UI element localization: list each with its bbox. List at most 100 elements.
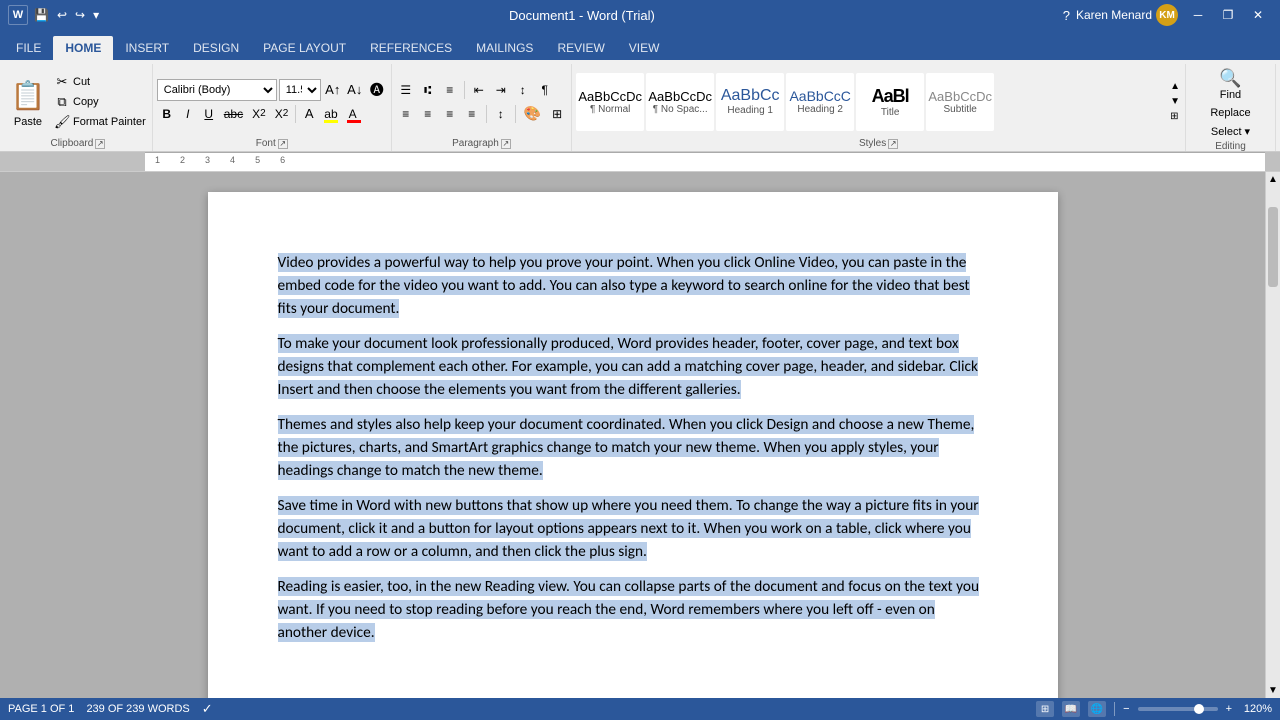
cut-label: Cut	[73, 76, 90, 88]
scrollbar-down-button[interactable]: ▼	[1266, 683, 1280, 698]
line-spacing-button[interactable]: ↕	[491, 103, 511, 125]
highlight-color-button[interactable]: ab	[320, 103, 341, 125]
zoom-slider[interactable]	[1138, 707, 1218, 711]
style-subtitle-label: Subtitle	[944, 104, 977, 115]
tab-file[interactable]: FILE	[4, 36, 53, 60]
ruler: 1 2 3 4 5 6	[0, 152, 1280, 172]
align-center-button[interactable]: ≡	[418, 103, 438, 125]
zoom-in-button[interactable]: +	[1226, 703, 1232, 715]
font-name-row: Calibri (Body) 11.5 12 A↑ A↓ 🅐	[157, 79, 387, 101]
save-button[interactable]: 💾	[32, 8, 51, 22]
word-logo: W	[8, 5, 28, 25]
styles-scroll-up[interactable]: ▲	[1169, 80, 1181, 93]
zoom-out-button[interactable]: −	[1123, 703, 1129, 715]
clear-formatting-button[interactable]: 🅐	[367, 79, 387, 101]
align-right-button[interactable]: ≡	[440, 103, 460, 125]
font-size-increase-button[interactable]: A↑	[323, 79, 343, 101]
bold-button[interactable]: B	[157, 103, 177, 125]
multilevel-list-button[interactable]: ≡	[440, 79, 460, 101]
select-button[interactable]: Select ▾	[1207, 123, 1254, 140]
style-subtitle[interactable]: AaBbCcDc Subtitle	[926, 73, 994, 131]
style-normal[interactable]: AaBbCcDc ¶ Normal	[576, 73, 644, 131]
tab-view[interactable]: VIEW	[617, 36, 672, 60]
style-title-label: Title	[881, 107, 900, 118]
font-expand-button[interactable]: ↗	[278, 139, 288, 149]
style-title[interactable]: AaBl Title	[856, 73, 924, 131]
styles-group-label: Styles	[859, 138, 886, 149]
help-button[interactable]: ?	[1063, 8, 1070, 23]
font-color-button[interactable]: A	[343, 103, 363, 125]
editing-group-body: 🔍 Find Replace Select ▾	[1190, 66, 1271, 140]
tab-home[interactable]: HOME	[53, 36, 113, 60]
styles-expand-button[interactable]: ↗	[888, 139, 898, 149]
decrease-indent-button[interactable]: ⇤	[469, 79, 489, 101]
tab-references[interactable]: REFERENCES	[358, 36, 464, 60]
redo-button[interactable]: ↪	[73, 8, 87, 22]
copy-label: Copy	[73, 96, 99, 108]
spell-check-icon[interactable]: ✓	[202, 701, 213, 717]
style-heading2[interactable]: AaBbCcC Heading 2	[786, 73, 854, 131]
paragraph-5-selected: Reading is easier, too, in the new Readi…	[278, 577, 980, 642]
zoom-thumb[interactable]	[1194, 704, 1204, 714]
scrollbar-up-button[interactable]: ▲	[1266, 172, 1280, 187]
tab-mailings[interactable]: MAILINGS	[464, 36, 545, 60]
justify-button[interactable]: ≡	[462, 103, 482, 125]
shading-button[interactable]: 🎨	[520, 103, 545, 125]
paragraph-group-label: Paragraph	[452, 138, 499, 149]
editing-group: 🔍 Find Replace Select ▾ Editing	[1186, 64, 1276, 151]
close-button[interactable]: ✕	[1244, 5, 1272, 25]
font-size-decrease-button[interactable]: A↓	[345, 79, 365, 101]
sort-button[interactable]: ↕	[513, 79, 533, 101]
paste-button[interactable]: 📋 Paste	[8, 74, 48, 130]
ruler-content[interactable]: 1 2 3 4 5 6	[145, 152, 1265, 171]
underline-button[interactable]: U	[199, 103, 219, 125]
text-effects-button[interactable]: A	[299, 103, 319, 125]
paragraph-2-selected: To make your document look professionall…	[278, 334, 979, 399]
scrollbar-thumb[interactable]	[1268, 207, 1278, 287]
replace-button[interactable]: Replace	[1206, 105, 1254, 121]
cut-button[interactable]: ✂ Cut	[52, 73, 148, 91]
font-name-select[interactable]: Calibri (Body)	[157, 79, 277, 101]
bullets-button[interactable]: ☰	[396, 79, 416, 101]
style-no-spacing[interactable]: AaBbCcDc ¶ No Spac...	[646, 73, 714, 131]
ruler-mark-2: 2	[180, 155, 205, 165]
read-mode-button[interactable]: 📖	[1062, 701, 1080, 717]
clipboard-group-label: Clipboard	[50, 138, 93, 149]
increase-indent-button[interactable]: ⇥	[491, 79, 511, 101]
tab-insert[interactable]: INSERT	[113, 36, 181, 60]
paragraph-expand-button[interactable]: ↗	[501, 139, 511, 149]
show-marks-button[interactable]: ¶	[535, 79, 555, 101]
align-left-button[interactable]: ≡	[396, 103, 416, 125]
word-count: 239 OF 239 WORDS	[86, 703, 189, 715]
styles-more[interactable]: ⊞	[1169, 110, 1181, 123]
print-layout-view-button[interactable]: ⊞	[1036, 701, 1054, 717]
restore-button[interactable]: ❐	[1214, 5, 1242, 25]
numbering-button[interactable]: ⑆	[418, 79, 438, 101]
superscript-button[interactable]: X2	[271, 103, 293, 125]
document-area[interactable]: Video provides a powerful way to help yo…	[0, 172, 1265, 698]
undo-button[interactable]: ↩	[55, 8, 69, 22]
find-button[interactable]: 🔍 Find	[1215, 66, 1245, 103]
italic-button[interactable]: I	[178, 103, 198, 125]
status-bar: PAGE 1 OF 1 239 OF 239 WORDS ✓ ⊞ 📖 🌐 − +…	[0, 698, 1280, 720]
format-painter-button[interactable]: 🖌 Format Painter	[52, 113, 148, 131]
minimize-button[interactable]: ─	[1184, 5, 1212, 25]
styles-scroll-down[interactable]: ▼	[1169, 95, 1181, 108]
clipboard-group-body: 📋 Paste ✂ Cut ⧉ Copy 🖌 Format Painter	[8, 66, 148, 137]
document-page: Video provides a powerful way to help yo…	[208, 192, 1058, 698]
subscript-button[interactable]: X2	[248, 103, 270, 125]
vertical-scrollbar[interactable]: ▲ ▼	[1265, 172, 1280, 698]
customize-quick-access[interactable]: ▾	[91, 8, 101, 22]
user-name: Karen Menard	[1076, 8, 1152, 22]
clipboard-expand-button[interactable]: ↗	[95, 139, 105, 149]
web-layout-button[interactable]: 🌐	[1088, 701, 1106, 717]
copy-button[interactable]: ⧉ Copy	[52, 93, 148, 111]
tab-design[interactable]: DESIGN	[181, 36, 251, 60]
font-size-select[interactable]: 11.5 12	[279, 79, 321, 101]
style-heading1[interactable]: AaBbCc Heading 1	[716, 73, 784, 131]
zoom-level[interactable]: 120%	[1240, 703, 1272, 715]
borders-button[interactable]: ⊞	[547, 103, 567, 125]
tab-review[interactable]: REVIEW	[545, 36, 616, 60]
strikethrough-button[interactable]: abc	[220, 103, 247, 125]
tab-page-layout[interactable]: PAGE LAYOUT	[251, 36, 358, 60]
